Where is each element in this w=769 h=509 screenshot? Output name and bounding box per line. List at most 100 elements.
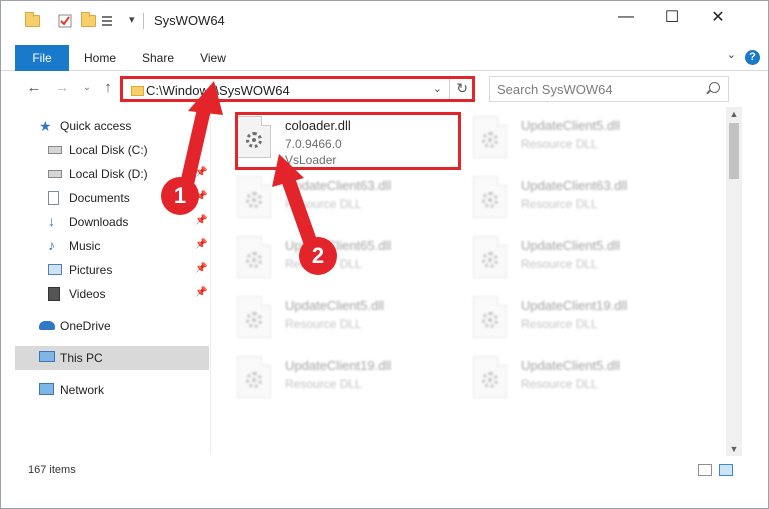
help-icon[interactable]: ? (745, 50, 760, 65)
file-name: UpdateClient19.dll (521, 298, 628, 313)
scroll-down-icon[interactable]: ▼ (726, 442, 742, 456)
file-name: UpdateClient63.dll (521, 178, 628, 193)
pin-icon[interactable]: 📌 (195, 215, 207, 226)
recent-locations-icon[interactable]: ⌄ (78, 82, 96, 93)
large-icons-view-icon[interactable] (719, 464, 733, 476)
sidebar-item-label: This PC (60, 351, 103, 365)
new-folder-icon[interactable] (81, 12, 96, 27)
sidebar-item-label: Pictures (69, 263, 113, 277)
title-bar: ▾ SysWOW64 — ☐ ✕ (1, 1, 768, 41)
pin-icon[interactable]: 📌 (195, 287, 207, 298)
music-icon: ♪ (48, 237, 55, 253)
download-icon: ↓ (48, 213, 55, 229)
dll-file-icon (237, 176, 271, 218)
up-icon[interactable]: ↑ (99, 79, 117, 96)
sidebar-item-onedrive[interactable]: OneDrive (15, 314, 209, 338)
address-path[interactable]: C:\Windows\SysWOW64 (146, 83, 290, 98)
tab-view[interactable]: View (193, 45, 233, 71)
file-type: Resource DLL (521, 197, 598, 211)
star-icon: ★ (39, 118, 52, 134)
step-1-badge: 1 (161, 177, 199, 215)
status-bar: 167 items (1, 457, 768, 483)
file-type: Resource DLL (521, 257, 598, 271)
maximize-button[interactable]: ☐ (649, 1, 695, 33)
sidebar-item-label: Network (60, 383, 105, 397)
ribbon-tabs: File Home Share View ⌄ ? (1, 45, 768, 71)
sidebar-item-network[interactable]: Network (15, 378, 209, 402)
file-name: UpdateClient19.dll (285, 358, 392, 373)
expand-ribbon-icon[interactable]: ⌄ (727, 48, 736, 61)
gear-icon (246, 252, 262, 268)
sidebar-item-label: Quick access (60, 119, 132, 133)
gear-icon (246, 372, 262, 388)
refresh-icon[interactable]: ↻ (456, 80, 468, 97)
address-dropdown-icon[interactable]: ⌄ (433, 82, 442, 95)
file-item[interactable]: UpdateClient63.dll Resource DLL (473, 172, 693, 228)
item-count: 167 items (28, 464, 76, 476)
folder-icon (25, 12, 40, 27)
back-icon[interactable]: ← (25, 79, 43, 96)
vertical-scrollbar[interactable]: ▲ ▼ (726, 107, 742, 456)
file-item[interactable]: UpdateClient63.dll Resource DLL (237, 172, 457, 228)
file-name: UpdateClient5.dll (521, 238, 621, 253)
pictures-icon (48, 264, 62, 275)
forward-icon[interactable]: → (53, 79, 71, 96)
file-type: Resource DLL (521, 317, 598, 331)
pin-icon[interactable]: 📌 (195, 167, 207, 178)
sidebar-item-quick-access[interactable]: ★ Quick access (15, 114, 209, 138)
file-type: Resource DLL (285, 197, 362, 211)
pin-icon[interactable]: 📌 (195, 263, 207, 274)
address-bar[interactable]: C:\Windows\SysWOW64 ⌄ ↻ (120, 76, 475, 102)
file-type: Resource DLL (521, 137, 598, 151)
title-separator (143, 13, 144, 29)
file-type: Resource DLL (285, 377, 362, 391)
customize-toolbar-icon[interactable] (101, 13, 117, 29)
close-button[interactable]: ✕ (695, 1, 741, 33)
tab-file[interactable]: File (15, 45, 69, 71)
window-title: SysWOW64 (154, 13, 225, 28)
dll-file-icon (473, 176, 507, 218)
file-type: Resource DLL (521, 377, 598, 391)
search-input[interactable]: Search SysWOW64 (489, 76, 729, 102)
sidebar-item-music[interactable]: ♪ Music 📌 (15, 234, 209, 258)
gear-icon (482, 372, 498, 388)
address-divider (449, 79, 450, 99)
pc-icon (39, 351, 55, 362)
tab-home[interactable]: Home (77, 45, 123, 71)
sidebar-item-pictures[interactable]: Pictures 📌 (15, 258, 209, 282)
properties-icon[interactable] (57, 13, 73, 29)
sidebar-item-this-pc[interactable]: This PC (15, 346, 209, 370)
file-item[interactable]: UpdateClient65.dll Resource DLL (237, 232, 457, 288)
file-item[interactable]: UpdateClient5.dll Resource DLL (237, 292, 457, 348)
scroll-up-icon[interactable]: ▲ (726, 107, 742, 121)
scroll-thumb[interactable] (729, 123, 739, 179)
navigation-pane: ★ Quick access Local Disk (C:) Local Dis… (1, 109, 211, 454)
sidebar-item-videos[interactable]: Videos 📌 (15, 282, 209, 306)
file-highlight-box (235, 112, 461, 170)
file-item[interactable]: UpdateClient5.dll Resource DLL (473, 232, 693, 288)
file-item[interactable]: UpdateClient5.dll Resource DLL (473, 112, 693, 168)
dll-file-icon (473, 296, 507, 338)
drive-icon (48, 170, 62, 178)
quick-access-dropdown-icon[interactable]: ▾ (129, 13, 135, 26)
sidebar-item-label: Downloads (69, 215, 129, 229)
drive-icon (48, 146, 62, 154)
sidebar-item-label: Local Disk (C:) (69, 143, 148, 157)
network-icon (39, 383, 54, 395)
search-icon[interactable] (709, 82, 720, 93)
dll-file-icon (473, 356, 507, 398)
details-view-icon[interactable] (698, 464, 712, 476)
search-placeholder: Search SysWOW64 (497, 82, 613, 97)
pin-icon[interactable]: 📌 (195, 239, 207, 250)
dll-file-icon (473, 236, 507, 278)
file-item[interactable]: UpdateClient5.dll Resource DLL (473, 352, 693, 408)
minimize-button[interactable]: — (603, 1, 649, 33)
tab-share[interactable]: Share (135, 45, 181, 71)
file-item[interactable]: UpdateClient19.dll Resource DLL (237, 352, 457, 408)
sidebar-item-label: Local Disk (D:) (69, 167, 148, 181)
file-item[interactable]: UpdateClient19.dll Resource DLL (473, 292, 693, 348)
file-type: Resource DLL (285, 317, 362, 331)
videos-icon (48, 287, 60, 301)
sidebar-item-label: Videos (69, 287, 106, 301)
sidebar-item-local-disk-c[interactable]: Local Disk (C:) (15, 138, 209, 162)
